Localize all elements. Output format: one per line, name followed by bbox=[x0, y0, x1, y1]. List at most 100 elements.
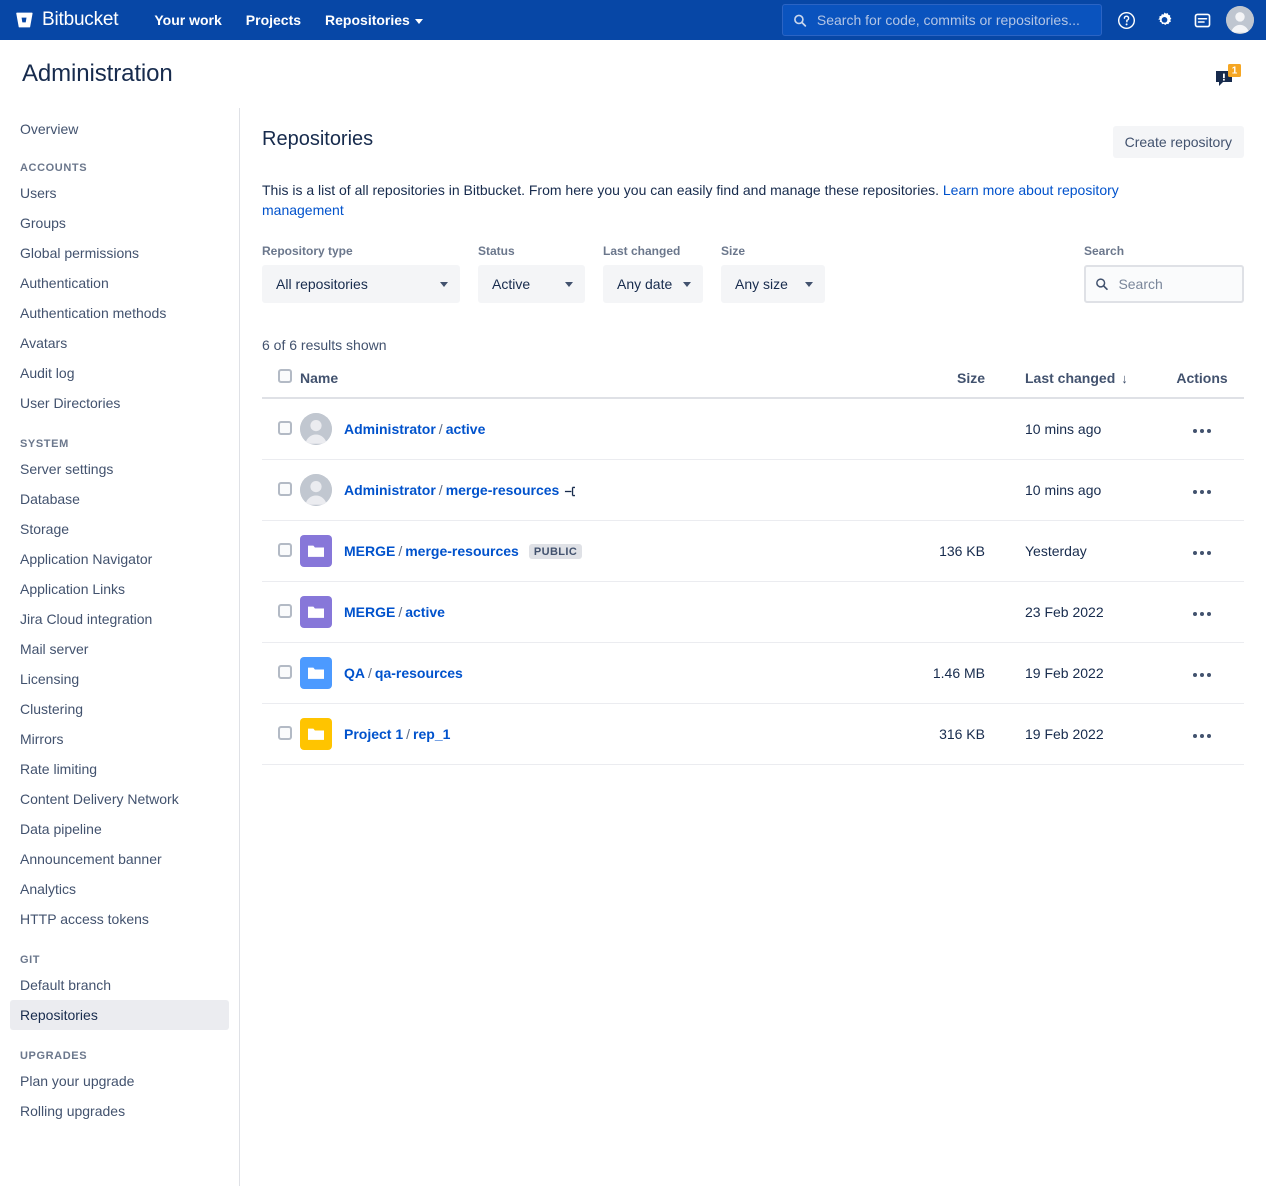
column-header-last-changed[interactable]: Last changed ↓ bbox=[985, 369, 1160, 399]
last-changed-select[interactable]: Any date bbox=[603, 265, 703, 303]
page-title: Administration bbox=[22, 60, 173, 87]
dot-icon bbox=[1207, 611, 1211, 616]
row-actions-menu-button[interactable] bbox=[1185, 545, 1219, 561]
path-separator: / bbox=[398, 604, 403, 620]
chevron-down-icon bbox=[414, 18, 423, 24]
table-head: Name Size Last changed ↓ Actions bbox=[262, 369, 1244, 399]
search-icon bbox=[794, 14, 807, 27]
help-icon[interactable] bbox=[1112, 6, 1140, 34]
repository-name-link[interactable]: qa-resources bbox=[375, 665, 463, 681]
sidebar-item-authentication-methods[interactable]: Authentication methods bbox=[10, 298, 229, 328]
sidebar-item-jira-cloud-integration[interactable]: Jira Cloud integration bbox=[10, 604, 229, 634]
sidebar-item-database[interactable]: Database bbox=[10, 484, 229, 514]
intro-text: This is a list of all repositories in Bi… bbox=[262, 182, 943, 198]
search-input-wrapper[interactable] bbox=[1084, 265, 1244, 303]
settings-gear-icon[interactable] bbox=[1150, 6, 1178, 34]
row-checkbox[interactable] bbox=[278, 664, 292, 679]
row-actions-menu-button[interactable] bbox=[1185, 667, 1219, 683]
search-input[interactable] bbox=[1116, 275, 1233, 293]
row-checkbox[interactable] bbox=[278, 542, 292, 557]
row-checkbox[interactable] bbox=[278, 481, 292, 496]
sidebar-item-http-access-tokens[interactable]: HTTP access tokens bbox=[10, 904, 229, 934]
table-row: Project 1/rep_1 316 KB 19 Feb 2022 bbox=[262, 703, 1244, 765]
sidebar-item-default-branch[interactable]: Default branch bbox=[10, 970, 229, 1000]
sidebar-item-licensing[interactable]: Licensing bbox=[10, 664, 229, 694]
repository-name-link[interactable]: active bbox=[405, 604, 445, 620]
column-header-size[interactable]: Size bbox=[875, 369, 985, 399]
repository-owner-link[interactable]: MERGE bbox=[344, 543, 395, 559]
sidebar-section-system: SYSTEM bbox=[20, 438, 69, 450]
repository-owner-link[interactable]: MERGE bbox=[344, 604, 395, 620]
repository-name-link[interactable]: active bbox=[446, 421, 486, 437]
nav-your-work[interactable]: Your work bbox=[144, 6, 231, 34]
sidebar-item-authentication[interactable]: Authentication bbox=[10, 268, 229, 298]
filter-bar: Repository type All repositories Status … bbox=[262, 244, 1244, 303]
feedback-icon[interactable]: 1 bbox=[1214, 62, 1244, 90]
sidebar-item-application-navigator[interactable]: Application Navigator bbox=[10, 544, 229, 574]
sidebar-item-content-delivery-network[interactable]: Content Delivery Network bbox=[10, 784, 229, 814]
table-row: Administrator / merge-resources 10 mins ag… bbox=[262, 459, 1244, 521]
sidebar-item-data-pipeline[interactable]: Data pipeline bbox=[10, 814, 229, 844]
repository-name-link[interactable]: rep_1 bbox=[413, 726, 450, 742]
repository-name-link[interactable]: merge-resources bbox=[446, 482, 560, 498]
nav-projects[interactable]: Projects bbox=[236, 6, 311, 34]
notifications-icon[interactable] bbox=[1188, 6, 1216, 34]
status-select[interactable]: Active bbox=[478, 265, 585, 303]
size-select[interactable]: Any size bbox=[721, 265, 825, 303]
filter-search: Search bbox=[1084, 244, 1244, 303]
sidebar-item-avatars[interactable]: Avatars bbox=[10, 328, 229, 358]
select-all-checkbox[interactable] bbox=[278, 369, 292, 383]
sidebar-item-rolling-upgrades[interactable]: Rolling upgrades bbox=[10, 1096, 229, 1126]
row-checkbox[interactable] bbox=[278, 420, 292, 435]
sidebar-item-repositories[interactable]: Repositories bbox=[10, 1000, 229, 1030]
repository-owner-link[interactable]: Administrator bbox=[344, 482, 436, 498]
row-checkbox[interactable] bbox=[278, 603, 292, 618]
row-select-cell bbox=[262, 398, 300, 460]
row-actions-menu-button[interactable] bbox=[1185, 728, 1219, 744]
chevron-down-icon bbox=[683, 281, 691, 287]
sidebar-item-mail-server[interactable]: Mail server bbox=[10, 634, 229, 664]
row-size-cell: 1.46 MB bbox=[875, 642, 985, 704]
repository-owner-link[interactable]: Administrator bbox=[344, 421, 436, 437]
repository-name-link[interactable]: merge-resources bbox=[405, 543, 519, 559]
profile-avatar[interactable] bbox=[1226, 6, 1254, 34]
repositories-table: Name Size Last changed ↓ Actions Adminis… bbox=[262, 369, 1244, 765]
repository-type-select[interactable]: All repositories bbox=[262, 265, 460, 303]
sidebar-item-server-settings[interactable]: Server settings bbox=[10, 454, 229, 484]
dot-icon bbox=[1207, 428, 1211, 433]
sidebar-item-audit-log[interactable]: Audit log bbox=[10, 358, 229, 388]
sidebar-item-groups[interactable]: Groups bbox=[10, 208, 229, 238]
sidebar-item-plan-your-upgrade[interactable]: Plan your upgrade bbox=[10, 1066, 229, 1096]
sidebar-item-storage[interactable]: Storage bbox=[10, 514, 229, 544]
column-header-name[interactable]: Name bbox=[300, 369, 875, 399]
sidebar-item-application-links[interactable]: Application Links bbox=[10, 574, 229, 604]
sidebar-item-users[interactable]: Users bbox=[10, 178, 229, 208]
row-select-cell bbox=[262, 703, 300, 765]
sidebar-item-clustering[interactable]: Clustering bbox=[10, 694, 229, 724]
row-actions-menu-button[interactable] bbox=[1185, 484, 1219, 500]
global-search-input[interactable] bbox=[814, 11, 1091, 29]
sidebar-item-rate-limiting[interactable]: Rate limiting bbox=[10, 754, 229, 784]
main-content: Repositories Create repository This is a… bbox=[240, 108, 1266, 1186]
repository-owner-link[interactable]: QA bbox=[344, 665, 365, 681]
sidebar-item-overview[interactable]: Overview bbox=[10, 114, 229, 144]
row-actions-cell bbox=[1160, 581, 1244, 643]
row-actions-menu-button[interactable] bbox=[1185, 606, 1219, 622]
create-repository-button[interactable]: Create repository bbox=[1112, 126, 1244, 158]
project-folder-icon bbox=[300, 657, 332, 689]
nav-repositories[interactable]: Repositories bbox=[315, 6, 433, 34]
row-size-cell: 316 KB bbox=[875, 703, 985, 765]
sidebar-item-analytics[interactable]: Analytics bbox=[10, 874, 229, 904]
column-header-actions: Actions bbox=[1160, 369, 1244, 399]
row-name-cell: Administrator / active bbox=[300, 398, 875, 460]
sidebar-item-mirrors[interactable]: Mirrors bbox=[10, 724, 229, 754]
bitbucket-home-link[interactable]: Bitbucket bbox=[14, 9, 119, 31]
sidebar-item-global-permissions[interactable]: Global permissions bbox=[10, 238, 229, 268]
sidebar-item-user-directories[interactable]: User Directories bbox=[10, 388, 229, 418]
sidebar-item-announcement-banner[interactable]: Announcement banner bbox=[10, 844, 229, 874]
repository-owner-link[interactable]: Project 1 bbox=[344, 726, 403, 742]
status-value: Active bbox=[492, 276, 531, 292]
row-actions-menu-button[interactable] bbox=[1185, 423, 1219, 439]
global-search-box[interactable] bbox=[782, 4, 1102, 36]
row-checkbox[interactable] bbox=[278, 725, 292, 740]
